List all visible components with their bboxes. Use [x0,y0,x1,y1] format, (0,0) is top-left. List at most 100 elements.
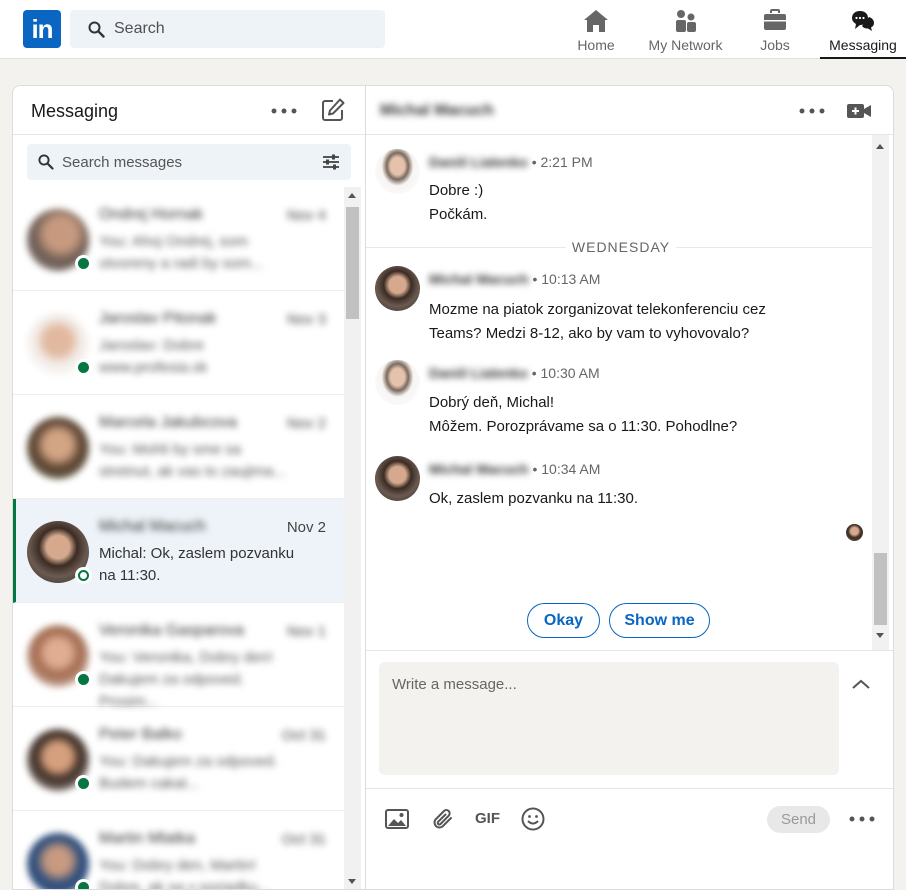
chevron-up-icon [852,679,870,689]
scroll-down-arrow[interactable] [876,633,884,638]
message-body: Mozme na piatok zorganizovat telekonfere… [429,298,849,346]
linkedin-logo[interactable]: in [23,10,61,48]
sender-name[interactable]: Michal Macuch [429,461,529,477]
avatar[interactable] [375,360,420,405]
sidebar-more-button[interactable] [269,98,299,124]
conversation-item[interactable]: Peter Balko Oct 31 You: Dakujem za odpov… [13,707,344,811]
avatar [27,417,89,479]
top-navigation: in Home My Network Jobs Messaging [0,0,906,59]
conversation-list-scrollbar[interactable] [344,187,361,889]
image-icon [385,809,409,829]
scrollbar-thumb[interactable] [874,553,887,625]
quick-reply-okay[interactable]: Okay [527,603,600,638]
people-icon [675,10,696,32]
sender-name[interactable]: Michal Macuch [429,271,529,287]
attach-file-button[interactable] [429,805,457,833]
video-camera-icon [847,104,871,118]
nav-messaging[interactable]: Messaging [820,0,906,59]
composer-more-button[interactable] [847,807,877,831]
quick-reply-show-me[interactable]: Show me [609,603,710,638]
conversation-item[interactable]: Martin Mlatka Oct 31 You: Dobry den, Mar… [13,811,344,889]
conversation-preview: You: Dakujem za odpoved. Budem cakat... [99,753,278,792]
compose-icon [322,98,345,121]
conversation-item[interactable]: Veronika Gasparova Nov 1 You: Veronika, … [13,603,344,710]
message-line: Počkám. [429,206,488,223]
nav-jobs-label: Jobs [760,37,790,53]
compose-button[interactable] [319,96,347,124]
message-body: Ok, zaslem pozvanku na 11:30. [429,487,849,511]
message-line: Ok, zaslem pozvanku na 11:30. [429,490,639,507]
sender-name[interactable]: Daniil Lialenko [429,365,528,381]
conversation-name: Jaroslav Pitonak [99,310,217,327]
message-line: Dobre :) [429,182,484,199]
conversation-header: Michal Macuch [366,86,893,135]
conversation-date: Nov 2 [286,415,326,432]
message-composer [366,650,893,788]
seen-receipt-avatar [846,524,863,541]
avatar[interactable] [375,456,420,501]
conversation-date: Oct 31 [281,727,326,744]
conversation-name: Martin Mlatka [99,830,196,847]
home-icon [584,10,608,32]
search-icon [88,21,105,38]
message-thread: Daniil Lialenko • 2:21 PM Dobre :) Počká… [366,135,872,650]
conversation-date: Nov 3 [286,311,326,328]
avatar[interactable] [375,149,420,194]
scroll-up-arrow[interactable] [876,144,884,149]
scroll-down-arrow[interactable] [348,879,356,884]
message-time: • 2:21 PM [531,154,593,170]
conversation-name: Marcela Jakubcova [99,414,237,431]
message-input[interactable] [379,662,839,775]
global-search [70,10,385,48]
more-horizontal-icon [799,108,825,114]
scrollbar-thumb[interactable] [346,207,359,319]
online-status-indicator [75,775,92,792]
nav-jobs[interactable]: Jobs [752,0,798,59]
nav-my-network[interactable]: My Network [643,0,728,59]
chat-icon [852,11,874,31]
message-header: Daniil Lialenko • 2:21 PM [429,154,593,170]
nav-messaging-label: Messaging [829,37,897,53]
gif-button[interactable]: GIF [475,810,500,827]
search-icon [38,154,54,170]
expand-composer-button[interactable] [847,673,875,695]
nav-home[interactable]: Home [570,0,622,59]
message-header: Daniil Lialenko • 10:30 AM [429,365,600,381]
message-body: Dobre :) Počkám. [429,179,849,227]
online-status-indicator [75,567,92,584]
conversation-item[interactable]: Jaroslav Pitonak Nov 3 Jaroslav: Dobre w… [13,291,344,395]
contact-name[interactable]: Michal Macuch [380,102,494,120]
sidebar-header: Messaging [13,86,365,135]
sender-name[interactable]: Daniil Lialenko [429,154,528,170]
thread-scrollbar[interactable] [872,135,889,650]
video-call-button[interactable] [844,98,874,124]
conversation-panel: Michal Macuch Daniil Lialenko • 2:21 PM … [365,85,894,890]
conversation-preview: You: Ahoj Ondrej, som otvoreny a radi by… [99,233,264,272]
message-search [27,144,351,180]
scroll-up-arrow[interactable] [348,193,356,198]
conversation-preview: You: Veronika, Dobry den! Dakujem za odp… [99,649,273,710]
conversation-name: Peter Balko [99,726,182,743]
online-status-indicator [75,359,92,376]
message-time: • 10:34 AM [532,461,601,477]
message-header: Michal Macuch • 10:13 AM [429,271,600,287]
emoji-button[interactable] [519,805,547,833]
message-search-input[interactable] [62,144,312,180]
message-time: • 10:30 AM [531,365,600,381]
online-status-indicator [75,255,92,272]
conversation-item[interactable]: Ondrej Hornak Nov 4 You: Ahoj Ondrej, so… [13,187,344,291]
attach-image-button[interactable] [383,805,411,833]
paperclip-icon [433,809,452,829]
conversation-item-active[interactable]: Michal Macuch Nov 2 Michal: Ok, zaslem p… [13,499,344,603]
send-button[interactable]: Send [767,806,830,833]
online-status-indicator [75,671,92,688]
conversation-date: Nov 2 [286,519,326,536]
conversation-more-button[interactable] [797,98,827,124]
global-search-input[interactable] [114,10,374,48]
messaging-sidebar: Messaging Ondrej Hornak Nov 4 You: Ahoj … [12,85,366,890]
nav-my-network-label: My Network [648,37,723,53]
filter-button[interactable] [320,152,342,172]
conversation-item[interactable]: Marcela Jakubcova Nov 2 You: Mohli by sm… [13,395,344,499]
avatar[interactable] [375,266,420,311]
day-divider-label: WEDNESDAY [566,239,676,255]
